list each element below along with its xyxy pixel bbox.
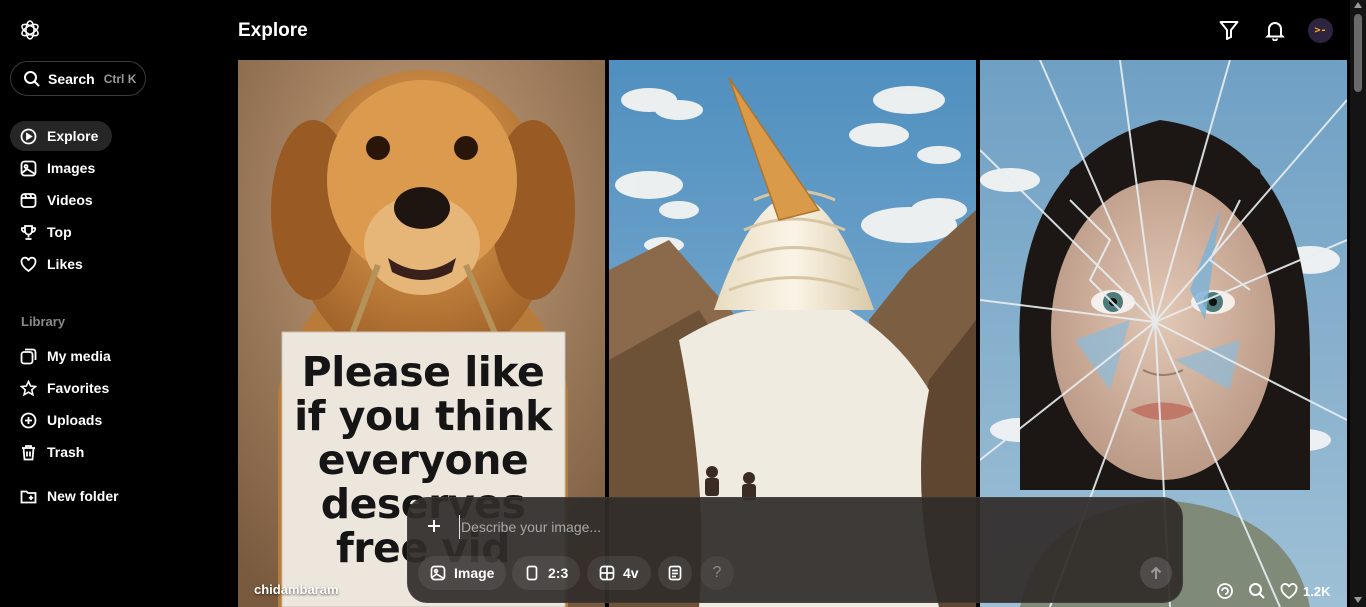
avatar-text: >- [1314,25,1327,36]
sidebar-item-label: Top [47,224,72,240]
chip-label: 2:3 [548,565,569,581]
portrait-ratio-icon [524,565,540,581]
tile-actions: 1.2K [1216,580,1330,602]
trophy-icon [20,224,37,241]
sidebar-item-favorites[interactable]: Favorites [10,373,123,403]
chip-label: Image [454,565,495,581]
like-count: 1.2K [1303,583,1331,599]
prompt-composer: Image 2:3 4v ? [407,497,1183,603]
mode-image-button[interactable]: Image [418,556,507,590]
filter-icon[interactable] [1218,19,1240,41]
like-button[interactable]: 1.2K [1280,582,1330,600]
sidebar-item-label: New folder [47,488,119,504]
scroll-thumb[interactable] [1354,14,1362,92]
image-icon [20,160,37,177]
presets-button[interactable] [658,556,692,590]
search-icon [23,70,41,88]
document-icon [667,565,683,581]
scroll-up-arrow-icon[interactable] [1354,2,1362,8]
variations-button[interactable]: 4v [587,556,651,590]
help-label: ? [712,564,722,581]
library-heading: Library [21,314,66,329]
sidebar-item-trash[interactable]: Trash [10,437,98,467]
search-button[interactable]: Search Ctrl K [10,61,146,96]
media-icon [20,348,37,365]
sidebar-item-uploads[interactable]: Uploads [10,405,116,435]
sidebar-item-label: My media [47,348,111,364]
add-attachment-icon[interactable] [426,518,442,534]
page-scrollbar[interactable] [1350,0,1366,607]
sidebar-item-explore[interactable]: Explore [10,121,113,151]
bell-icon[interactable] [1264,19,1286,41]
sidebar-item-likes[interactable]: Likes [10,249,97,279]
sidebar-item-label: Explore [47,128,99,144]
sidebar-item-top[interactable]: Top [10,217,86,247]
image-icon [430,565,446,581]
sidebar-item-images[interactable]: Images [10,153,109,183]
help-button[interactable]: ? [700,556,734,590]
openai-logo-icon[interactable] [18,18,42,42]
search-label: Search [48,70,95,87]
sidebar-item-label: Uploads [47,412,103,428]
sidebar-item-label: Videos [47,192,93,208]
sidebar-item-label: Favorites [47,380,110,396]
trash-icon [20,444,37,461]
compass-icon [20,128,37,145]
heart-icon [1280,583,1298,600]
grid-icon [599,565,615,581]
sidebar-item-my-media[interactable]: My media [10,341,125,371]
user-avatar[interactable]: >- [1308,18,1333,43]
heart-icon [20,256,37,273]
sidebar-item-label: Trash [47,444,85,460]
star-icon [20,379,37,397]
sidebar: Search Ctrl K Explore Images Videos Top … [0,0,230,607]
video-icon [20,192,37,209]
aspect-ratio-button[interactable]: 2:3 [512,556,581,590]
sidebar-item-videos[interactable]: Videos [10,185,107,215]
arrow-up-icon [1150,566,1162,579]
new-folder-button[interactable]: New folder [10,481,133,511]
folder-plus-icon [20,488,37,505]
scroll-down-arrow-icon[interactable] [1354,597,1362,603]
sidebar-item-label: Likes [47,256,83,272]
prompt-input[interactable] [459,515,1099,539]
search-shortcut: Ctrl K [103,71,137,86]
remix-icon[interactable] [1216,582,1234,600]
sidebar-item-label: Images [47,160,96,176]
tile-author[interactable]: chidambaram [254,582,339,597]
page-title: Explore [238,20,308,41]
send-button[interactable] [1140,557,1172,589]
upload-icon [20,412,37,429]
zoom-icon[interactable] [1248,582,1266,600]
chip-label: 4v [623,565,639,581]
